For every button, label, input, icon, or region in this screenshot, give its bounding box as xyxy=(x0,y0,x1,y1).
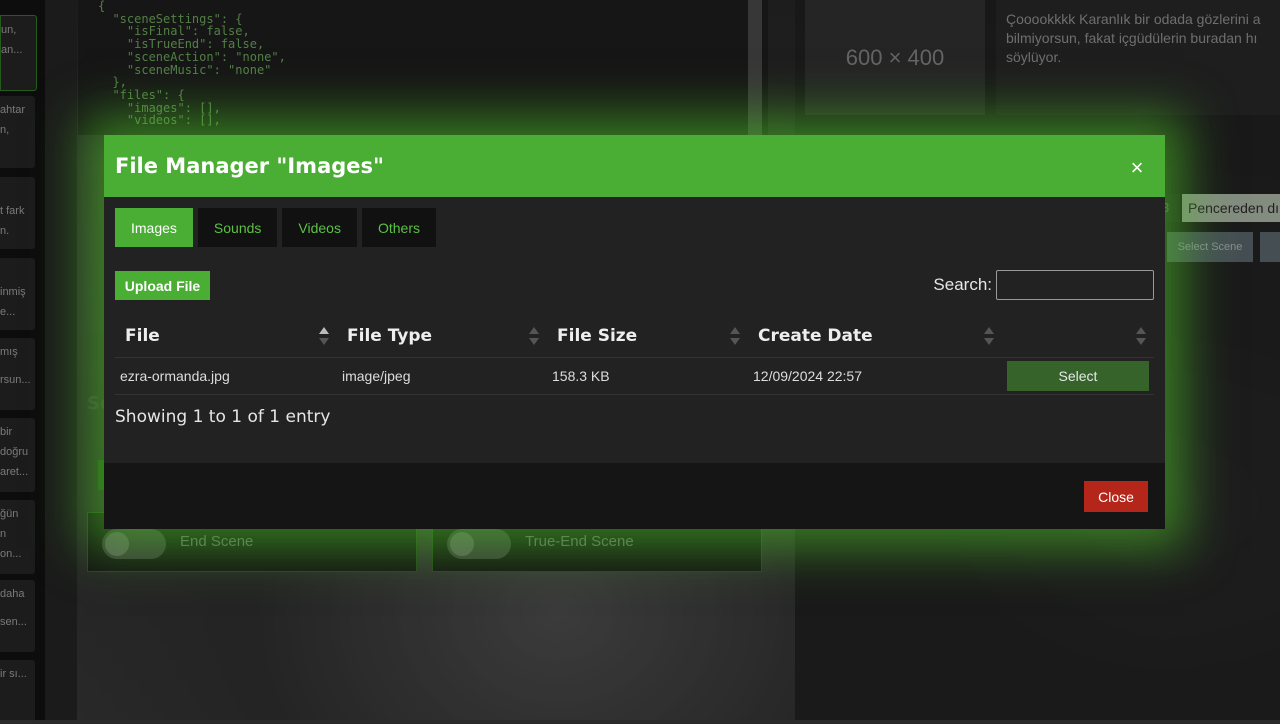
table-info: Showing 1 to 1 of 1 entry xyxy=(115,407,331,427)
sort-icon xyxy=(529,327,539,346)
column-label: File xyxy=(125,326,160,347)
cell-action: Select xyxy=(1002,357,1154,395)
close-icon[interactable]: × xyxy=(1126,155,1148,180)
search-box: Search: xyxy=(933,270,1154,300)
column-label: File Type xyxy=(347,326,433,347)
sort-icon xyxy=(984,327,994,346)
cell-create-date: 12/09/2024 22:57 xyxy=(748,357,1002,395)
cell-file-size: 158.3 KB xyxy=(547,357,748,395)
modal-title: File Manager "Images" xyxy=(115,154,384,178)
search-label: Search: xyxy=(933,275,992,294)
tab-videos[interactable]: Videos xyxy=(282,208,357,247)
modal-footer: Close xyxy=(104,463,1165,529)
tab-others[interactable]: Others xyxy=(361,208,436,247)
tab-sounds[interactable]: Sounds xyxy=(197,208,278,247)
file-manager-modal: File Manager "Images" × Images Sounds Vi… xyxy=(104,135,1165,529)
column-label: Create Date xyxy=(758,326,873,347)
table-row: ezra-ormanda.jpg image/jpeg 158.3 KB 12/… xyxy=(115,357,1154,395)
column-header-create-date[interactable]: Create Date xyxy=(748,316,1002,358)
table-header-row: File File Type File Size Create Date xyxy=(115,316,1154,358)
sort-asc-icon xyxy=(319,327,329,346)
cell-file-type: image/jpeg xyxy=(337,357,547,395)
sort-icon xyxy=(1136,327,1146,346)
column-header-file-size[interactable]: File Size xyxy=(547,316,748,358)
upload-file-button[interactable]: Upload File xyxy=(115,271,210,300)
file-type-tabs: Images Sounds Videos Others xyxy=(115,208,436,247)
search-input[interactable] xyxy=(996,270,1154,300)
files-table: File File Type File Size Create Date ezr… xyxy=(115,316,1154,395)
sort-icon xyxy=(730,327,740,346)
column-header-file-type[interactable]: File Type xyxy=(337,316,547,358)
cell-file-name: ezra-ormanda.jpg xyxy=(115,357,337,395)
column-header-action[interactable] xyxy=(1002,316,1154,358)
select-file-button[interactable]: Select xyxy=(1007,360,1149,391)
close-button[interactable]: Close xyxy=(1084,481,1148,512)
column-label: File Size xyxy=(557,326,638,347)
column-header-file[interactable]: File xyxy=(115,316,337,358)
modal-header: File Manager "Images" × xyxy=(104,135,1165,197)
tab-images[interactable]: Images xyxy=(115,208,193,247)
